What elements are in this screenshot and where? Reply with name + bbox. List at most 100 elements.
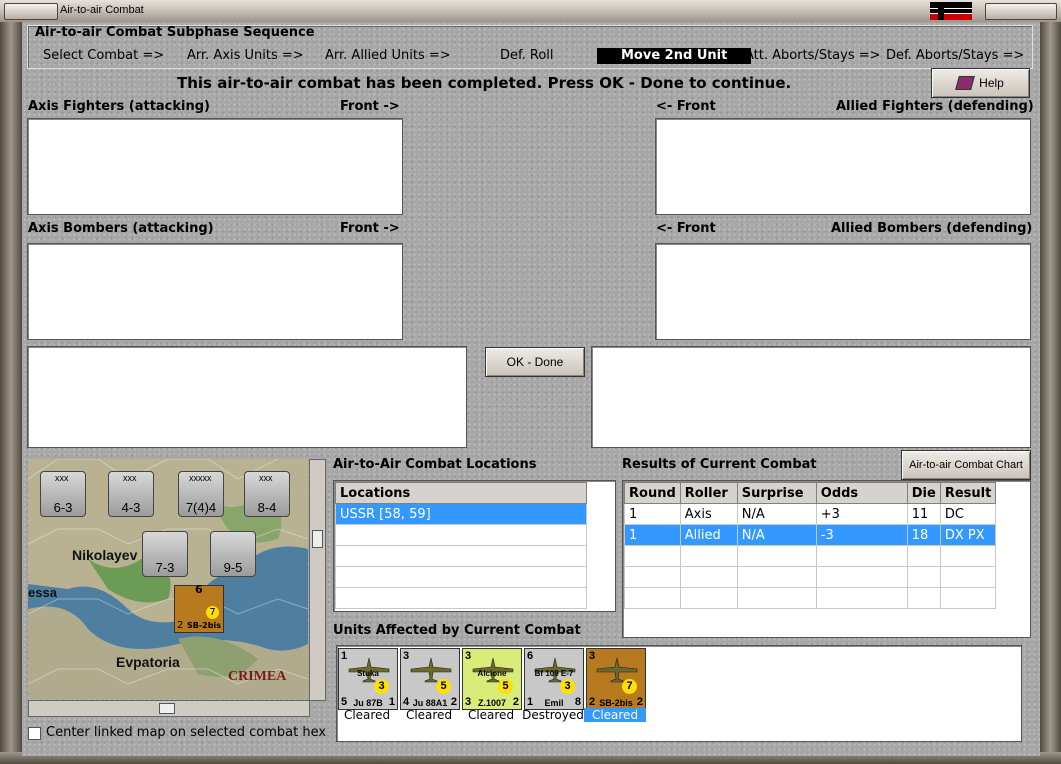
help-button-label: Help (979, 76, 1004, 90)
step-select-combat: Select Combat => (43, 48, 165, 63)
locations-list[interactable]: Locations USSR [58, 59] (333, 480, 616, 612)
result-row[interactable]: 1 Axis N/A +3 11 DC (624, 503, 997, 525)
flag-icon (930, 2, 972, 20)
unit-status-label: Cleared (343, 708, 391, 722)
allied-bombers-box[interactable] (655, 243, 1031, 340)
map-label-nikolayev: Nikolayev (72, 547, 138, 563)
help-book-icon (955, 76, 976, 90)
axis-fighters-front: Front -> (340, 99, 400, 114)
unit-attack-value: 3 (589, 650, 596, 662)
map-vscroll-thumb[interactable] (312, 530, 323, 548)
map-label-crimea: CRIMEA (228, 669, 287, 684)
allied-fighters-box[interactable] (655, 118, 1031, 215)
unit-name: Ju 88A1 (412, 698, 448, 708)
affected-unit-counter[interactable]: 3 2 2 7 SB-2bis (586, 648, 646, 710)
location-row[interactable]: USSR [58, 59] (335, 503, 587, 525)
unit-status-label: Destroyed (522, 708, 584, 722)
allied-bombers-label: Allied Bombers (defending) (831, 221, 1033, 236)
sequence-group-label: Air-to-air Combat Subphase Sequence (35, 25, 315, 40)
axis-fighters-label: Axis Fighters (attacking) (28, 99, 210, 114)
map-unit[interactable]: xxx 4-3 (108, 471, 154, 517)
step-arr-allied: Arr. Allied Units => (325, 48, 451, 63)
unit-die-value: 5 (498, 679, 513, 694)
unit-name: Emil (544, 698, 564, 708)
allied-notes-box (591, 346, 1031, 448)
window-title: Air-to-air Combat (60, 4, 144, 16)
step-arr-axis: Arr. Axis Units => (187, 48, 304, 63)
unit-status-label: Cleared (467, 708, 515, 722)
axis-fighters-box[interactable] (27, 118, 403, 215)
unit-attack-value: 3 (403, 650, 410, 662)
unit-name: SB-2bis (599, 698, 633, 708)
map-unit[interactable]: xxxxx 7(4)4 (178, 471, 224, 517)
unit-die-value: 3 (374, 679, 389, 694)
help-button[interactable]: Help (931, 68, 1030, 98)
step-def-roll: Def. Roll (500, 48, 554, 63)
affected-unit-counter[interactable]: 1 5 1 3 Ju 87B Stuka (338, 648, 398, 710)
affected-unit-counter[interactable]: 3 3 2 5 Z.1007 Alcione (462, 648, 522, 710)
affected-unit-counter[interactable]: 3 4 2 5 Ju 88A1 (400, 648, 460, 710)
results-title: Results of Current Combat (622, 457, 817, 472)
status-message: This air-to-air combat has been complete… (177, 74, 792, 92)
location-row-empty (335, 524, 587, 546)
step-att-aborts: Att. Aborts/Stays => (745, 48, 881, 63)
axis-bombers-front: Front -> (340, 221, 400, 236)
linked-map[interactable]: xxx 6-3 xxx 4-3 xxxxx 7(4)4 xxx 8-4 7-3 9-5 … (28, 459, 308, 699)
allied-bombers-front: <- Front (656, 221, 716, 236)
unit-die-value: 7 (622, 679, 637, 694)
unit-status-label: Cleared (405, 708, 453, 722)
map-unit[interactable]: 7-3 (142, 531, 188, 577)
location-row-empty (335, 545, 587, 567)
unit-status-label: Cleared (584, 708, 646, 722)
location-row-empty (335, 587, 587, 609)
results-table-box[interactable]: Round Roller Surprise Odds Die Result 1A… (622, 480, 1031, 638)
unit-attack-value: 3 (465, 650, 472, 662)
unit-name: Ju 87B (353, 698, 383, 708)
allied-fighters-front: <- Front (656, 99, 716, 114)
col-round: Round (624, 482, 681, 504)
map-vertical-scrollbar[interactable] (309, 459, 326, 701)
right-frame (1040, 22, 1061, 764)
map-horizontal-scrollbar[interactable] (28, 700, 310, 717)
map-label-odessa: essa (28, 585, 57, 600)
col-result: Result (939, 482, 997, 504)
map-unit[interactable]: xxx 8-4 (244, 471, 290, 517)
affected-unit-counter[interactable]: 6 1 8 3 Emil Bf 109 E-7 (524, 648, 584, 710)
ok-done-button[interactable]: OK - Done (485, 347, 585, 377)
col-odds: Odds (815, 482, 908, 504)
result-row[interactable]: 1 Allied N/A -3 18 DX PX (624, 524, 997, 546)
unit-attack-value: 1 (341, 650, 348, 662)
allied-fighters-label: Allied Fighters (defending) (836, 99, 1034, 114)
unit-die-value: 5 (436, 679, 451, 694)
center-map-checkbox-label: Center linked map on selected combat hex (46, 725, 327, 740)
air-combat-chart-button[interactable]: Air-to-air Combat Chart (901, 450, 1031, 480)
title-bar: Air-to-air Combat (0, 0, 1061, 23)
close-button[interactable] (985, 3, 1057, 20)
unit-attack-value: 6 (527, 650, 534, 662)
map-air-unit[interactable]: 6 7 2 SB-2bis (174, 583, 224, 633)
location-row-empty (335, 566, 587, 588)
step-def-aborts: Def. Aborts/Stays => (886, 48, 1025, 63)
map-unit[interactable]: xxx 6-3 (40, 471, 86, 517)
unit-subname: Stuka (357, 669, 379, 678)
unit-subname: Bf 109 E-7 (534, 669, 574, 678)
col-surprise: Surprise (736, 482, 817, 504)
map-label-evpatoria: Evpatoria (116, 654, 180, 670)
left-frame (0, 22, 22, 764)
step-move-2nd-unit: Move 2nd Unit (597, 48, 752, 64)
col-die: Die (906, 482, 941, 504)
axis-bombers-label: Axis Bombers (attacking) (28, 221, 214, 236)
map-hscroll-thumb[interactable] (159, 703, 175, 714)
unit-name: Z.1007 (477, 698, 507, 708)
axis-bombers-box[interactable] (27, 243, 403, 340)
locations-title: Air-to-Air Combat Locations (333, 457, 537, 472)
axis-notes-box (27, 346, 467, 448)
unit-subname: Alcione (477, 669, 507, 678)
col-roller: Roller (679, 482, 738, 504)
affected-units-title: Units Affected by Current Combat (333, 623, 581, 638)
unit-die-value: 3 (560, 679, 575, 694)
system-menu-button[interactable] (4, 3, 58, 20)
map-unit[interactable]: 9-5 (210, 531, 256, 577)
locations-header: Locations (335, 482, 587, 504)
center-map-checkbox[interactable] (28, 727, 41, 740)
